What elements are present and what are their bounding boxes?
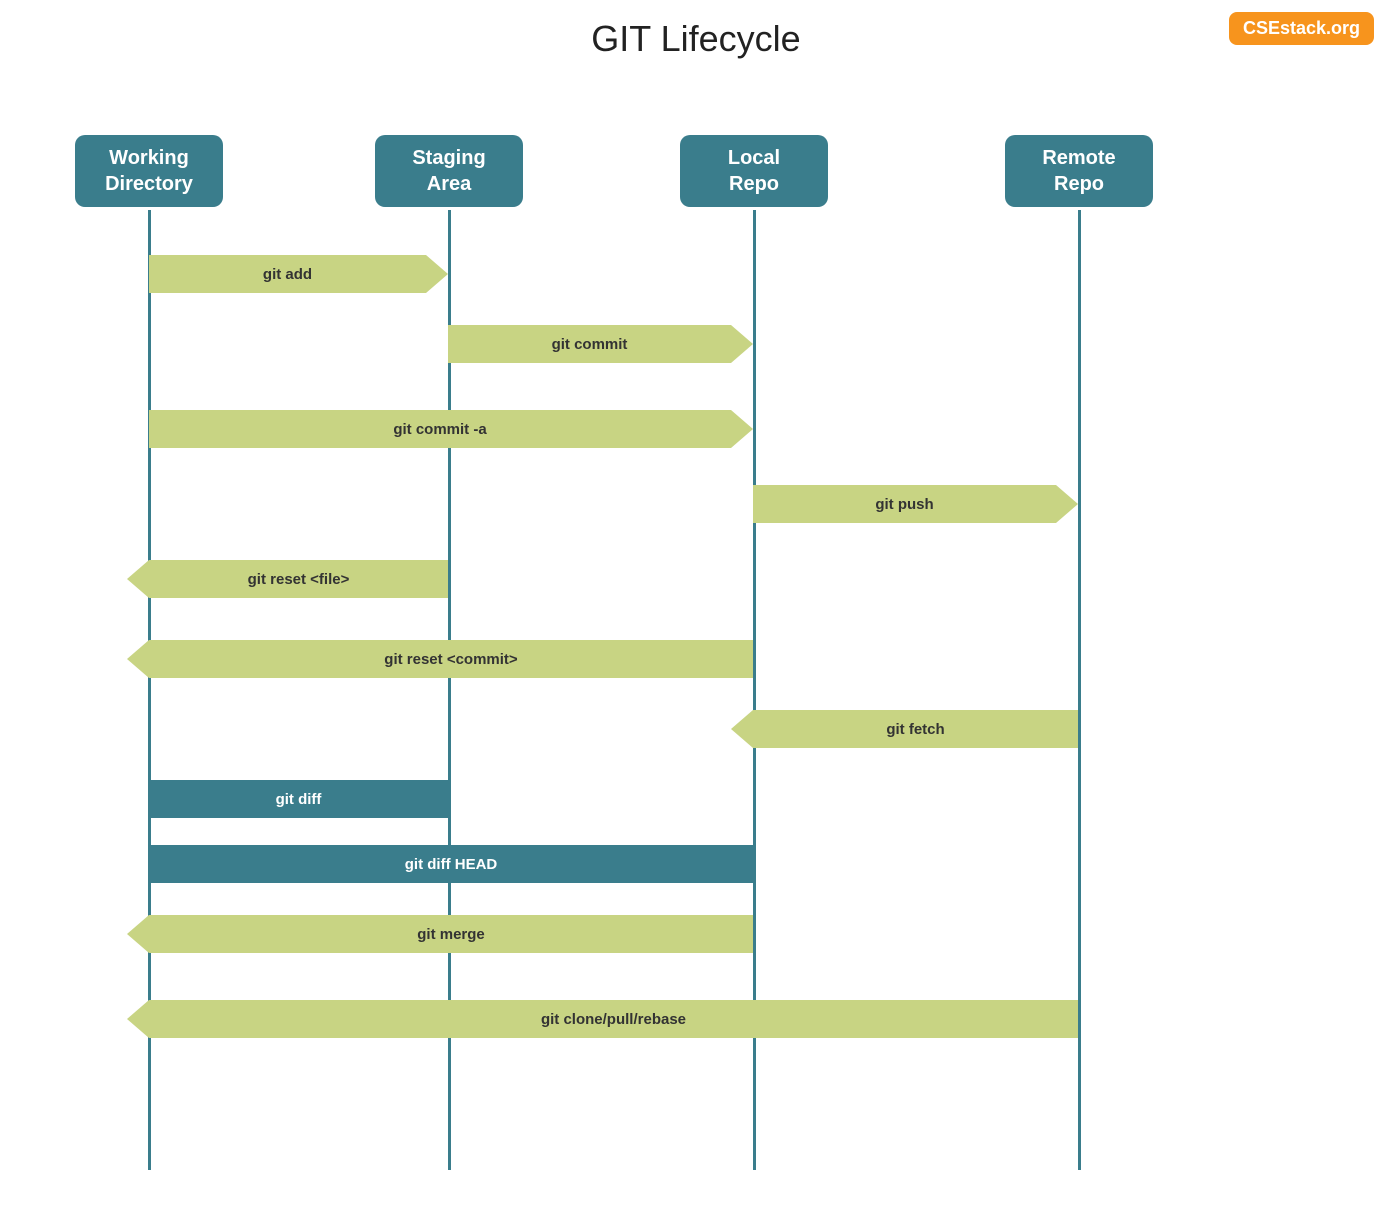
git-merge-arrow: git merge — [149, 915, 753, 953]
col-remote: RemoteRepo — [1005, 135, 1153, 207]
git-diff-head-bar: git diff HEAD — [149, 845, 753, 883]
col-staging: StagingArea — [375, 135, 523, 207]
git-clone-label: git clone/pull/rebase — [149, 1011, 1078, 1028]
git-reset-commit-arrow: git reset <commit> — [149, 640, 753, 678]
diagram: WorkingDirectory StagingArea LocalRepo R… — [0, 70, 1392, 1200]
vline-remote — [1078, 210, 1081, 1170]
git-commit-label: git commit — [448, 336, 731, 353]
git-diff-bar: git diff — [149, 780, 448, 818]
git-clone-arrow: git clone/pull/rebase — [149, 1000, 1078, 1038]
git-fetch-label: git fetch — [753, 721, 1078, 738]
git-commit-a-label: git commit -a — [149, 421, 731, 438]
git-reset-file-label: git reset <file> — [149, 571, 448, 588]
git-add-arrow: git add — [149, 255, 426, 293]
git-diff-head-label: git diff HEAD — [149, 856, 753, 873]
cse-badge[interactable]: CSEstack.org — [1229, 12, 1374, 45]
git-commit-arrow: git commit — [448, 325, 731, 363]
git-diff-label: git diff — [149, 791, 448, 808]
git-reset-file-arrow: git reset <file> — [149, 560, 448, 598]
git-merge-label: git merge — [149, 926, 753, 943]
page-title: GIT Lifecycle — [0, 0, 1392, 70]
git-add-label: git add — [149, 266, 426, 283]
git-reset-commit-label: git reset <commit> — [149, 651, 753, 668]
git-push-arrow: git push — [753, 485, 1056, 523]
git-fetch-arrow: git fetch — [753, 710, 1078, 748]
git-commit-a-arrow: git commit -a — [149, 410, 731, 448]
git-push-label: git push — [753, 496, 1056, 513]
col-working: WorkingDirectory — [75, 135, 223, 207]
col-local: LocalRepo — [680, 135, 828, 207]
